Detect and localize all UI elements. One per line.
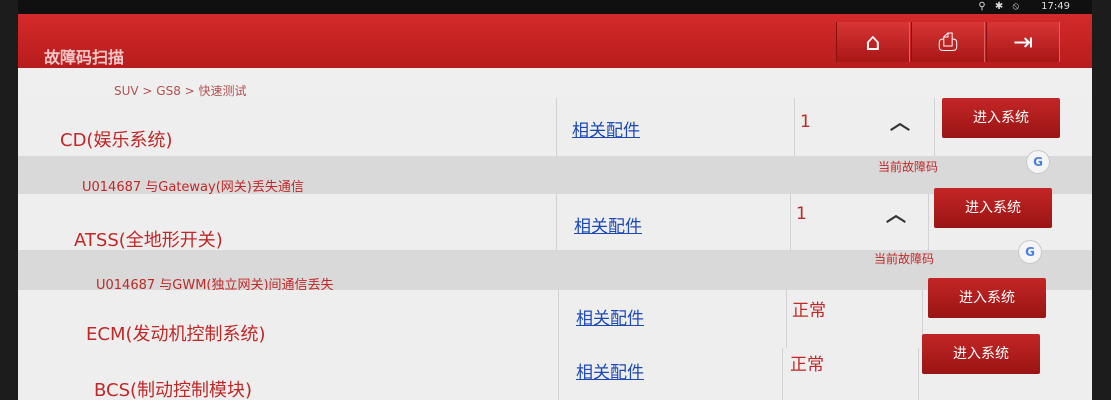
status-bar: ⚲ ✱ ⦸ 17:49 [18,0,1092,14]
chevron-up-icon[interactable]: ︿ [890,106,910,135]
system-status: 正常 [792,301,826,321]
page-title: 故障码扫描 [44,48,125,67]
diagnostic-screen: ⚲ ✱ ⦸ 17:49 故障码扫描 ⌂ ⎙ ⇥ SUV > GS8 > 快速测试… [18,0,1092,400]
exit-icon: ⇥ [1012,28,1034,56]
enter-system-button[interactable]: 进入系统 [934,188,1052,228]
fault-count: 1 [796,204,807,224]
app-header: 故障码扫描 ⌂ ⎙ ⇥ [18,14,1092,68]
printer-icon: ⎙ [938,28,958,56]
system-row[interactable]: BCS(制动控制模块) 相关配件 正常 进入系统 [18,334,1092,400]
enter-system-button[interactable]: 进入系统 [928,278,1046,318]
home-button[interactable]: ⌂ [836,22,910,62]
fault-row: 当前故障码 G U014687 与Gateway(网关)丢失通信 [18,150,1092,195]
system-row[interactable]: CD(娱乐系统) 相关配件 1 ︿ 进入系统 [18,98,1092,157]
current-fault-label: 当前故障码 [878,160,939,174]
system-name: ATSS(全地形开关) [74,230,223,251]
related-parts-link[interactable]: 相关配件 [576,358,644,383]
fault-description: U014687 与Gateway(网关)丢失通信 [82,180,304,195]
google-search-icon[interactable]: G [1026,150,1050,174]
print-button[interactable]: ⎙ [911,22,985,62]
enter-system-button[interactable]: 进入系统 [922,334,1040,374]
system-status: 正常 [790,355,824,375]
home-icon: ⌂ [865,28,881,56]
breadcrumb-text: SUV > GS8 > 快速测试 [114,84,247,98]
system-name: CD(娱乐系统) [60,130,173,151]
google-search-icon[interactable]: G [1018,240,1042,264]
related-parts-link[interactable]: 相关配件 [574,212,642,237]
related-parts-link[interactable]: 相关配件 [572,116,640,141]
fault-count: 1 [800,112,811,132]
system-name: ECM(发动机控制系统) [86,324,266,345]
status-time: 17:49 [1041,1,1070,12]
related-parts-link[interactable]: 相关配件 [576,304,644,329]
system-name: BCS(制动控制模块) [94,380,253,400]
current-fault-label: 当前故障码 [874,252,935,266]
exit-button[interactable]: ⇥ [986,22,1060,62]
breadcrumb: SUV > GS8 > 快速测试 [18,68,1092,98]
system-row[interactable]: ATSS(全地形开关) 相关配件 1 ︿ 进入系统 [18,188,1092,251]
chevron-up-icon[interactable]: ︿ [886,198,906,227]
enter-system-button[interactable]: 进入系统 [942,98,1060,138]
status-icons: ⚲ ✱ ⦸ [978,1,1022,12]
